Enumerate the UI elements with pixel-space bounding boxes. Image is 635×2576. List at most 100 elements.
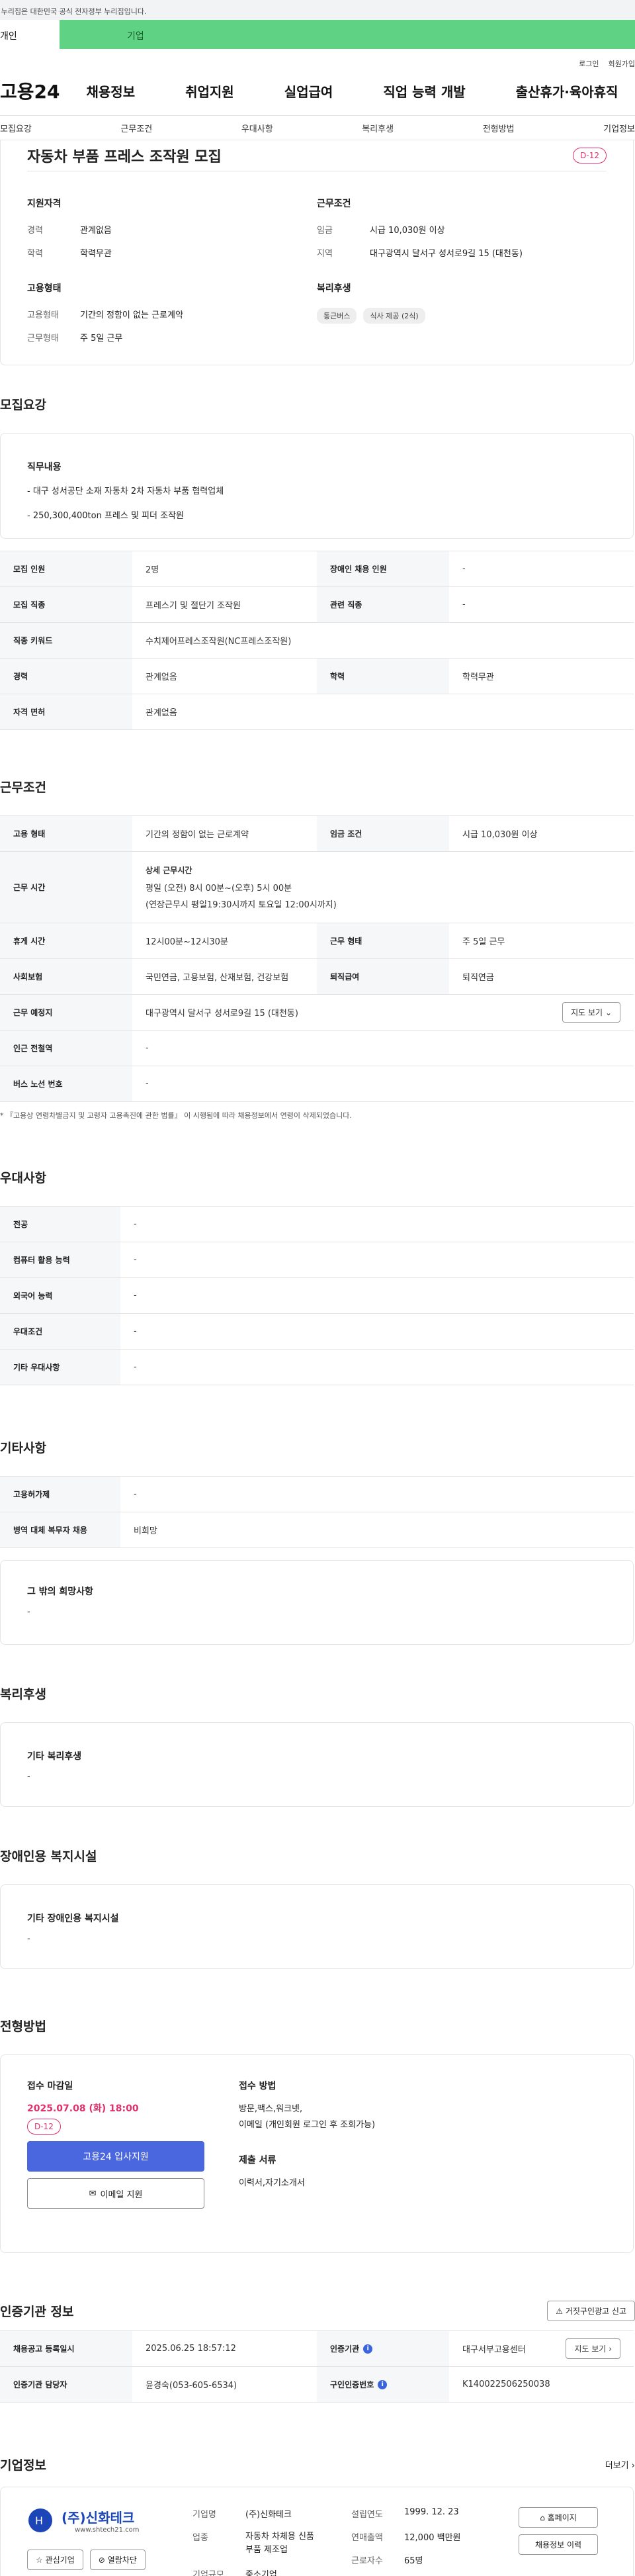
company-logo-text: (주)신화테크: [62, 2510, 135, 2526]
table-header: 고용 형태: [0, 816, 132, 851]
time-detail-title: 상세 근무시간: [146, 866, 192, 875]
employees-label: 근로자수: [351, 2556, 383, 2566]
wage-label: 임금: [317, 226, 333, 236]
apply-button[interactable]: 고용24 입사지원: [27, 2141, 204, 2172]
work-table: 고용 형태 기간의 정함이 없는 근로계약 임금 조건 시급 10,030원 이상 근…: [0, 815, 634, 1102]
fav-label: 관심기업: [45, 2555, 75, 2565]
company-name-label: 기업명: [192, 2510, 216, 2520]
gnb-item-training[interactable]: 직업 능력 개발: [383, 81, 465, 101]
area-value: 대구광역시 달서구 성서로9길 15 (대천동): [370, 249, 523, 259]
report-button[interactable]: ⚠ 거짓구인광고 신고: [547, 2301, 635, 2321]
time-line: 평일 (오전) 8시 00분~(오후) 5시 00분: [146, 884, 292, 894]
edu-label: 학력: [27, 249, 43, 259]
industry-label: 업종: [192, 2533, 208, 2543]
company-url: www.shtech21.com: [75, 2526, 140, 2534]
svg-text:H: H: [35, 2514, 43, 2527]
gov-banner-text: 이 누리집은 대한민국 공식 전자정부 누리집입니다.: [0, 7, 147, 16]
career-label: 경력: [27, 226, 43, 236]
table-header: 인근 전철역: [0, 1031, 132, 1066]
table-header: 모집 인원: [0, 551, 132, 586]
email-apply-button[interactable]: ✉ 이메일 지원: [27, 2178, 204, 2209]
utility-nav: 로그인 회원가입: [0, 49, 635, 68]
subnav-welfare[interactable]: 복리후생: [362, 122, 394, 134]
more-link[interactable]: 더보기 ›: [605, 2458, 635, 2471]
worktype-label: 근무형태: [27, 334, 59, 344]
join-link[interactable]: 회원가입: [609, 60, 635, 68]
email-apply-label: 이메일 지원: [100, 2189, 143, 2200]
disabled-box: 기타 장애인용 복지시설 -: [0, 1884, 634, 1969]
section-subnav: 모집요강 근무조건 우대사항 복리후생 전형방법 기업정보: [0, 115, 635, 140]
gnb-item-jobs[interactable]: 채용정보: [87, 81, 136, 101]
docs-title: 제출 서류: [239, 2155, 276, 2166]
site-logo[interactable]: 고용24: [0, 77, 60, 104]
age-notice: * 『고용상 연령차별금지 및 고령자 고용촉진에 관한 법률』 이 시행됨에 …: [0, 1111, 352, 1120]
table-header: 직종 키워드: [0, 623, 132, 658]
table-header: 기타 우대사항: [0, 1350, 120, 1385]
place-value: 대구광역시 달서구 성서로9길 15 (대천동): [146, 1009, 298, 1019]
gnb-item-parental-leave[interactable]: 출산휴가·육아휴직: [516, 81, 618, 101]
login-link[interactable]: 로그인: [579, 60, 599, 68]
method-title: 접수 방법: [239, 2081, 276, 2092]
table-header: 인증기관 i: [317, 2331, 449, 2366]
gnb-item-unemployment-benefit[interactable]: 실업급여: [284, 81, 333, 101]
disabled-heading: 장애인용 복지시설: [0, 1849, 97, 1864]
company-card: H (주)신화테크 www.shtech21.com ☆ 관심기업 ⊘ 열람차단…: [0, 2487, 634, 2576]
user-type-tabs: 개인 기업: [0, 20, 635, 49]
table-header: 고용허가제: [0, 1477, 120, 1512]
company-name-value: (주)신화테크: [245, 2510, 292, 2520]
info-icon[interactable]: i: [363, 2344, 373, 2354]
job-history-button[interactable]: 채용정보 이력: [519, 2534, 598, 2555]
table-cell: 수치제어프레스조작원(NC프레스조작원): [146, 637, 292, 647]
etc-box-value: -: [27, 1607, 30, 1617]
duty-title: 직무내용: [27, 462, 62, 473]
map-button[interactable]: 지도 보기 ⌄: [562, 1002, 620, 1023]
etc-box-title: 그 밖의 희망사항: [27, 1587, 93, 1597]
table-cell: 주 5일 근무: [462, 937, 505, 947]
info-icon[interactable]: i: [378, 2379, 388, 2389]
table-cell: 국민연금, 고용보험, 산재보험, 건강보험: [146, 973, 289, 983]
dday-badge: D-12: [573, 148, 607, 163]
tab-company-label: 기업: [127, 31, 144, 42]
fav-company-button[interactable]: ☆ 관심기업: [27, 2550, 83, 2570]
table-header: 구인인증번호 i: [317, 2367, 449, 2402]
block-company-button[interactable]: ⊘ 열람차단: [89, 2550, 146, 2570]
duty-line: - 250,300,400ton 프레스 및 피더 조작원: [27, 511, 184, 521]
emp-heading: 고용형태: [27, 283, 62, 294]
duty-box: 직무내용 - 대구 성서공단 소재 자동차 2차 자동차 부품 협력업체 - 2…: [0, 433, 634, 539]
pref-table: 전공 - 컴퓨터 활용 능력 - 외국어 능력 - 우대조건 - 기타 우대사항 -: [0, 1206, 634, 1385]
map-button-label: 지도 보기: [571, 1008, 603, 1017]
table-header: 근무 예정지: [0, 995, 132, 1030]
mail-icon: ✉: [89, 2188, 97, 2199]
welfare-box: 기타 복리후생 -: [0, 1722, 634, 1807]
table-cell: -: [462, 600, 466, 610]
table-header: 장애인 채용 인원: [317, 551, 449, 586]
subnav-selection[interactable]: 전형방법: [483, 122, 515, 134]
welfare-section-heading: 복리후생: [0, 1687, 46, 1702]
table-header: 인증기관 담당자: [0, 2367, 132, 2402]
company-logo-icon: H: [28, 2508, 52, 2532]
etc-heading: 기타사항: [0, 1441, 46, 1455]
gnb-item-employment-support[interactable]: 취업지원: [185, 81, 234, 101]
tab-person[interactable]: 개인: [0, 20, 60, 49]
subnav-preference[interactable]: 우대사항: [241, 122, 273, 134]
sales-label: 연매출액: [351, 2533, 383, 2543]
job-summary-card: 자동차 부품 프레스 조작원 모집 D-12 지원자격 경력 관계없음 학력 학력무관…: [0, 140, 634, 365]
subnav-company[interactable]: 기업정보: [603, 122, 635, 134]
selection-heading: 전형방법: [0, 2019, 46, 2034]
subnav-recruit[interactable]: 모집요강: [0, 122, 32, 134]
org-map-button[interactable]: 지도 보기 ›: [566, 2338, 620, 2359]
table-cell: -: [134, 1489, 137, 1499]
org-label: 인증기관: [330, 2344, 360, 2354]
cert-table: 채용공고 등록일시 2025.06.25 18:57:12 인증기관 i 대구서부고용센…: [0, 2330, 634, 2403]
table-header: 버스 노선 번호: [0, 1066, 132, 1101]
deadline-title: 접수 마감일: [27, 2081, 73, 2092]
chevron-down-icon: ⌄: [605, 1008, 612, 1017]
subnav-work[interactable]: 근무조건: [120, 122, 152, 134]
homepage-button[interactable]: ⌂ 홈페이지: [519, 2507, 598, 2528]
gov-banner: 이 누리집은 대한민국 공식 전자정부 누리집입니다.: [0, 0, 635, 20]
method-value: 방문,팩스,워크넷, 이메일 (개인회원 로그인 후 조회가능): [239, 2104, 376, 2130]
table-header: 사회보험: [0, 959, 132, 994]
tab-company[interactable]: 기업: [60, 20, 635, 49]
table-cell: 관계없음: [146, 672, 177, 682]
welfare-heading: 복리후생: [317, 283, 351, 294]
